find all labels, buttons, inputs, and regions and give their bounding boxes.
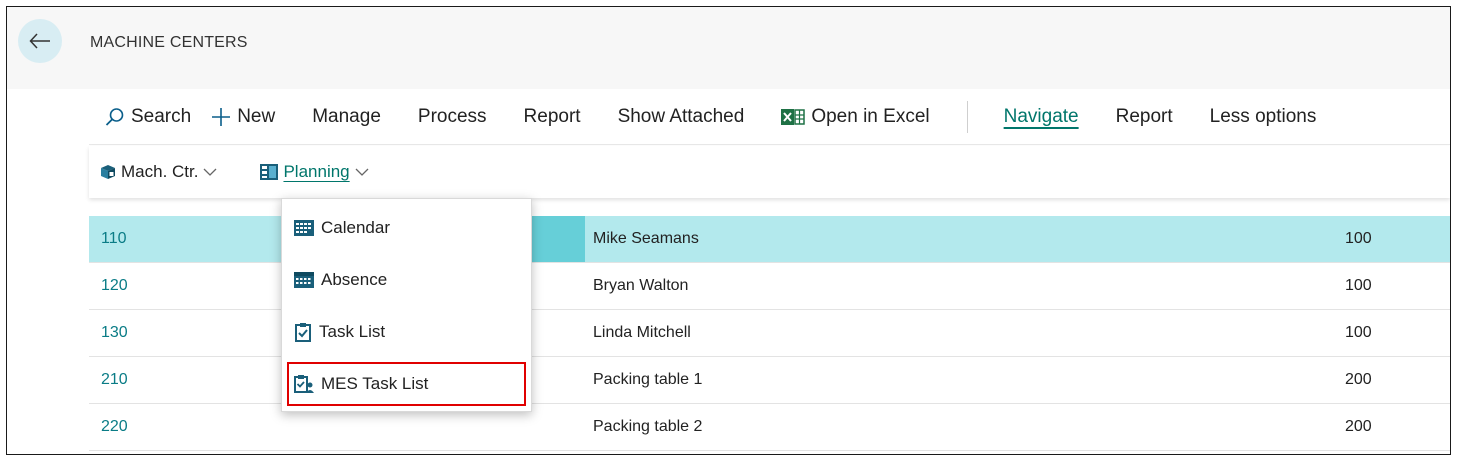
back-button[interactable] [18, 19, 62, 63]
report-button[interactable]: Report [524, 106, 581, 128]
value-cell: 100 [1345, 277, 1372, 294]
manage-button[interactable]: Manage [312, 106, 381, 128]
menu-item-label: Absence [321, 270, 388, 289]
selection-indicator [530, 216, 585, 262]
process-button[interactable]: Process [418, 106, 487, 128]
name-cell: Linda Mitchell [593, 324, 691, 341]
excel-icon [781, 107, 806, 127]
absence-calendar-icon [293, 271, 315, 289]
clipboard-check-icon [293, 322, 313, 342]
app-frame: MACHINE CENTERS Search New Manage Proces… [6, 6, 1451, 455]
name-cell: Packing table 1 [593, 371, 703, 388]
mach-ctr-label: Mach. Ctr. [121, 162, 199, 181]
navigate-subbar: Mach. Ctr. Planning [89, 146, 1450, 198]
search-icon [105, 107, 125, 127]
planning-dropdown: Calendar Absence Task List MES Task List [281, 198, 532, 412]
chevron-down-icon [203, 167, 217, 177]
menu-item-mes-task-list[interactable]: MES Task List [286, 361, 527, 407]
value-cell: 200 [1345, 371, 1372, 388]
planning-label: Planning [283, 162, 350, 181]
no-cell[interactable]: 110 [101, 216, 127, 262]
no-cell[interactable]: 220 [101, 404, 128, 450]
calendar-icon [293, 219, 315, 237]
less-options-button[interactable]: Less options [1210, 106, 1317, 128]
name-cell: Bryan Walton [593, 277, 689, 294]
no-cell[interactable]: 130 [101, 310, 128, 356]
search-button[interactable]: Search [105, 106, 191, 128]
menu-item-calendar[interactable]: Calendar [282, 202, 531, 254]
chevron-down-icon [355, 167, 369, 177]
name-cell: Mike Seamans [593, 230, 699, 247]
machine-center-icon [99, 163, 117, 181]
toolbar-divider [966, 100, 968, 133]
no-cell[interactable]: 120 [101, 263, 128, 309]
report-tab[interactable]: Report [1116, 106, 1173, 128]
open-in-excel-button[interactable]: Open in Excel [781, 105, 930, 128]
menu-item-absence[interactable]: Absence [282, 254, 531, 306]
action-bar: Search New Manage Process Report Show At… [89, 89, 1450, 145]
value-cell: 200 [1345, 418, 1372, 435]
planning-icon [259, 163, 279, 181]
arrow-left-icon [29, 33, 50, 49]
menu-item-label: Calendar [321, 218, 390, 237]
plus-icon [211, 107, 231, 127]
search-label: Search [131, 105, 192, 127]
new-button[interactable]: New [211, 106, 275, 128]
new-label: New [237, 105, 276, 127]
header: MACHINE CENTERS [7, 7, 1450, 89]
show-attached-button[interactable]: Show Attached [618, 106, 745, 128]
value-cell: 100 [1345, 230, 1372, 247]
page-title: MACHINE CENTERS [90, 34, 248, 51]
menu-item-task-list[interactable]: Task List [282, 306, 531, 358]
planning-menu[interactable]: Planning [259, 162, 369, 182]
no-cell[interactable]: 210 [101, 357, 128, 403]
value-cell: 100 [1345, 324, 1372, 341]
mes-task-list-icon [293, 374, 315, 394]
mach-ctr-menu[interactable]: Mach. Ctr. [99, 162, 217, 182]
open-in-excel-label: Open in Excel [811, 105, 930, 127]
menu-item-label: Task List [319, 322, 386, 341]
menu-item-label: MES Task List [321, 374, 429, 393]
name-cell: Packing table 2 [593, 418, 703, 435]
navigate-tab[interactable]: Navigate [1004, 106, 1079, 128]
